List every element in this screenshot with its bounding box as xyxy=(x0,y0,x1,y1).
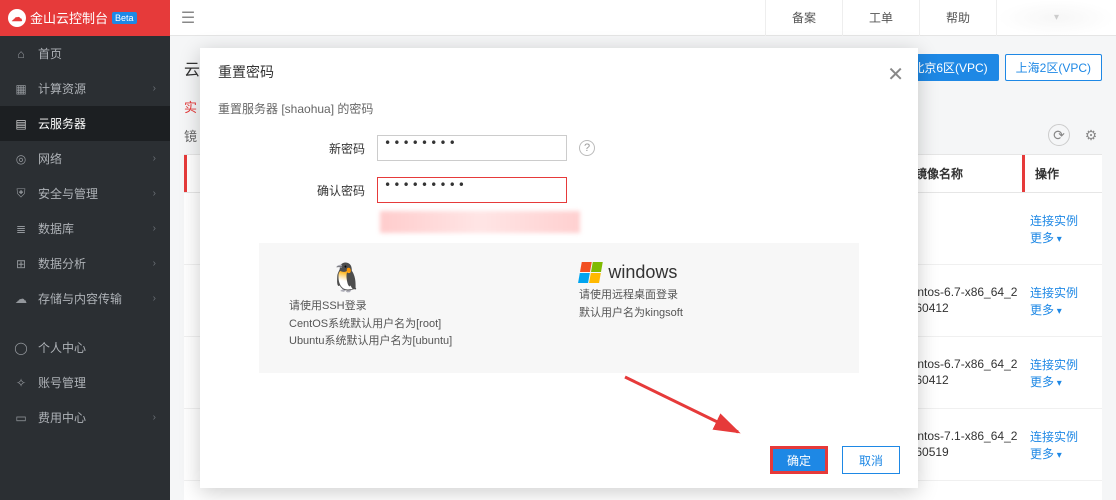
linux-line1: 请使用SSH登录 xyxy=(289,298,539,316)
reset-password-modal: 重置密码 ✕ 重置服务器 [shaohua] 的密码 新密码 •••••••• … xyxy=(200,48,918,488)
modal-subtitle: 重置服务器 [shaohua] 的密码 xyxy=(200,96,918,127)
help-icon[interactable]: ? xyxy=(579,140,595,156)
label-new-password: 新密码 xyxy=(300,140,365,157)
win-line2: 默认用户名为kingsoft xyxy=(579,305,829,323)
linux-icon: 🐧 xyxy=(329,262,364,293)
win-line1: 请使用远程桌面登录 xyxy=(579,287,829,305)
linux-line2: CentOS系统默认用户名为[root] xyxy=(289,316,539,334)
confirm-password-input[interactable]: ••••••••• xyxy=(377,177,567,203)
windows-brand: windows xyxy=(608,262,677,282)
label-confirm-password: 确认密码 xyxy=(300,182,365,199)
windows-icon xyxy=(577,261,603,283)
new-password-input[interactable]: •••••••• xyxy=(377,135,567,161)
redacted-error-text xyxy=(380,211,580,233)
cancel-button[interactable]: 取消 xyxy=(842,446,900,474)
modal-title: 重置密码 xyxy=(200,48,918,96)
linux-line3: Ubuntu系统默认用户名为[ubuntu] xyxy=(289,333,539,351)
login-info-panel: 🐧 请使用SSH登录 CentOS系统默认用户名为[root] Ubuntu系统… xyxy=(259,243,859,373)
ok-button-highlight: 确定 xyxy=(770,446,828,474)
ok-button[interactable]: 确定 xyxy=(773,449,825,471)
close-icon[interactable]: ✕ xyxy=(887,62,904,87)
